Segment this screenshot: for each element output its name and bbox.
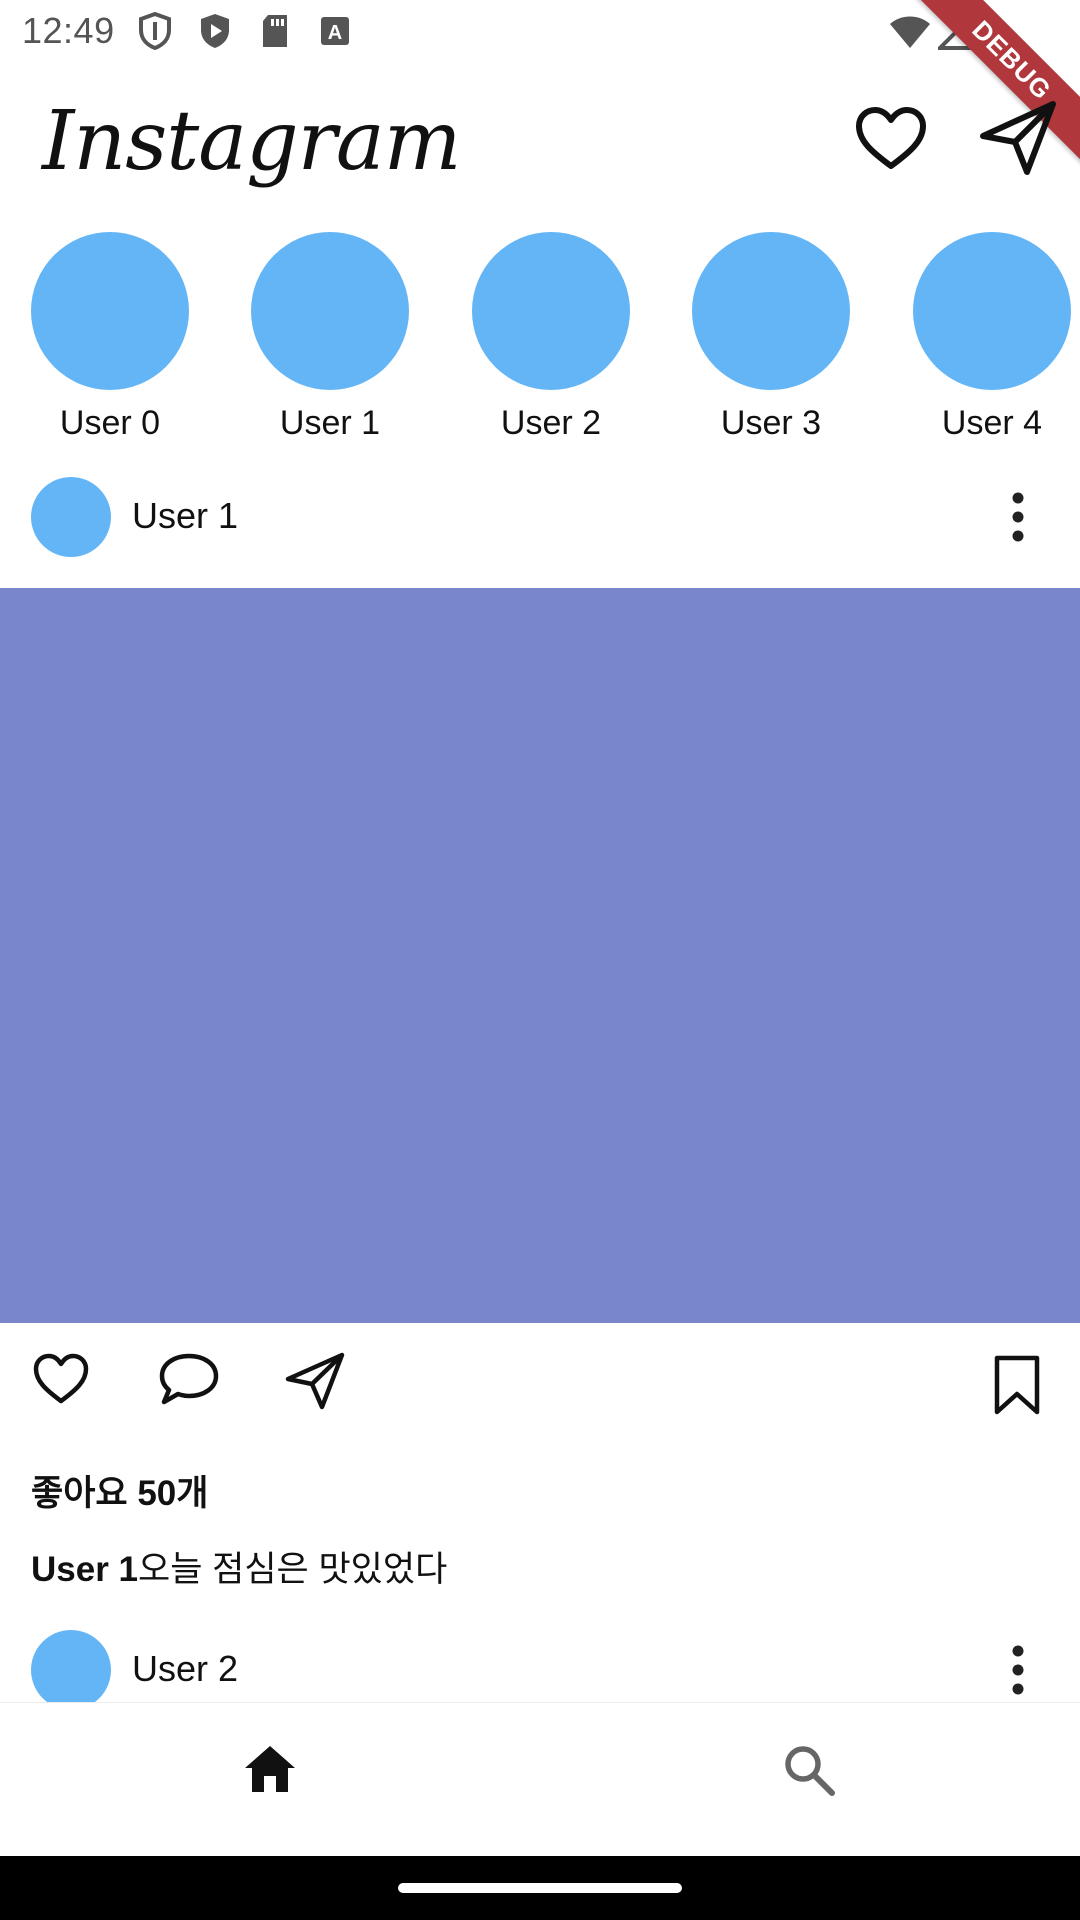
status-icons-left: A	[138, 11, 352, 51]
search-icon	[785, 1746, 835, 1796]
status-time: 12:49	[22, 10, 115, 51]
svg-text:A: A	[328, 22, 342, 44]
more-vert-icon	[1012, 1645, 1024, 1695]
more-options-button[interactable]	[998, 489, 1038, 545]
status-bar: 12:49 A DEBUG	[0, 0, 1080, 168]
screen: 12:49 A DEBUG Instagram User 0 User 1 Us…	[0, 0, 1080, 1920]
bookmark-button[interactable]	[992, 1354, 1042, 1421]
wifi-icon	[888, 14, 932, 55]
system-navigation-bar	[0, 1856, 1080, 1920]
nav-search-button[interactable]	[782, 1743, 836, 1802]
post-username[interactable]: User 1	[132, 495, 238, 537]
story-avatar	[692, 232, 850, 390]
text-a-icon: A	[318, 12, 352, 50]
caption-text: 오늘 점심은 맛있었다	[138, 1550, 448, 1589]
story-avatar	[472, 232, 630, 390]
sd-card-icon	[258, 12, 292, 50]
story-name: User 1	[279, 404, 381, 442]
likes-count: 좋아요 50개	[31, 1474, 209, 1513]
app-bar: Instagram	[0, 64, 1080, 214]
bottom-nav	[0, 1702, 1080, 1856]
avatar[interactable]	[31, 477, 111, 557]
caption: User 1오늘 점심은 맛있었다	[31, 1541, 447, 1592]
heart-icon	[856, 107, 926, 169]
heart-icon	[33, 1353, 89, 1404]
story-item[interactable]: User 0	[20, 232, 200, 443]
story-name: User 0	[59, 404, 161, 442]
post-image[interactable]	[0, 588, 1080, 1323]
post-username[interactable]: User 2	[132, 1648, 238, 1690]
story-name: User 3	[720, 404, 822, 442]
home-icon	[245, 1746, 295, 1792]
play-protect-icon	[198, 12, 232, 50]
more-vert-icon	[1012, 492, 1024, 542]
app-logo: Instagram	[42, 94, 461, 189]
home-indicator[interactable]	[398, 1883, 682, 1893]
story-avatar	[31, 232, 189, 390]
comment-button[interactable]	[158, 1352, 220, 1411]
shield-icon	[138, 11, 172, 51]
story-avatar	[913, 232, 1071, 390]
caption-username[interactable]: User 1	[31, 1550, 138, 1589]
story-item[interactable]: User 1	[240, 232, 420, 443]
send-icon	[285, 1352, 345, 1410]
direct-message-button[interactable]	[978, 98, 1058, 178]
story-item[interactable]: User 4	[902, 232, 1080, 443]
post-header: User 1	[0, 475, 1080, 559]
story-item[interactable]: User 2	[461, 232, 641, 443]
comment-icon	[159, 1353, 219, 1405]
story-item[interactable]: User 3	[681, 232, 861, 443]
send-icon	[980, 101, 1056, 175]
more-options-button[interactable]	[998, 1642, 1038, 1698]
stories-row: User 0 User 1 User 2 User 3 User 4	[0, 232, 1080, 452]
story-name: User 2	[500, 404, 602, 442]
nav-home-button[interactable]	[242, 1743, 298, 1800]
post-header: User 2	[0, 1628, 1080, 1712]
avatar[interactable]	[31, 1630, 111, 1710]
activity-button[interactable]	[852, 100, 930, 178]
like-button[interactable]	[32, 1352, 90, 1411]
bookmark-icon	[994, 1355, 1040, 1415]
story-avatar	[251, 232, 409, 390]
story-name: User 4	[941, 404, 1043, 442]
share-button[interactable]	[284, 1352, 346, 1415]
